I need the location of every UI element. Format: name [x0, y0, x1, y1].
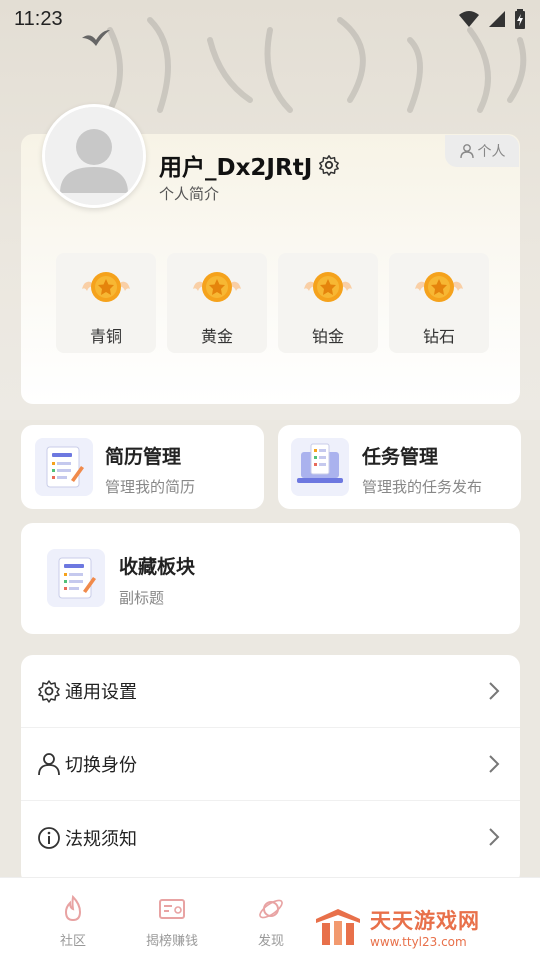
wifi-icon — [459, 11, 479, 27]
status-icons — [458, 9, 526, 29]
setting-label: 通用设置 — [65, 682, 137, 703]
level-label: 黄金 — [200, 327, 233, 346]
resume-icon — [35, 438, 93, 496]
level-label: 青铜 — [89, 327, 122, 346]
nav-discover[interactable]: 发现 — [256, 894, 286, 949]
resume-title: 简历管理 — [105, 446, 182, 468]
level-bronze[interactable]: 青铜 — [56, 253, 156, 353]
medal-icon — [415, 272, 463, 302]
task-card[interactable]: 任务管理 管理我的任务发布 — [278, 425, 521, 509]
watermark: 天天游戏网 www.ttyl23.com — [314, 905, 480, 949]
username-row: 用户_Dx2JRtJ — [159, 148, 340, 182]
task-subtitle: 管理我的任务发布 — [362, 478, 483, 496]
level-label: 钻石 — [422, 327, 455, 346]
default-avatar-icon — [45, 107, 143, 205]
watermark-title: 天天游戏网 — [370, 909, 480, 933]
chevron-right-icon — [489, 682, 500, 700]
task-icon — [291, 438, 349, 496]
setting-regulations[interactable]: 法规须知 — [21, 801, 520, 874]
medal-icon — [82, 272, 130, 302]
nav-label: 发现 — [257, 934, 284, 949]
battery-icon — [515, 9, 525, 29]
chevron-right-icon — [489, 755, 500, 773]
nav-earn[interactable]: 揭榜赚钱 — [146, 894, 198, 949]
chevron-right-icon — [489, 828, 500, 846]
watermark-url: www.ttyl23.com — [370, 935, 467, 949]
bio[interactable]: 个人简介 — [159, 183, 219, 204]
level-gold[interactable]: 黄金 — [167, 253, 267, 353]
setting-general[interactable]: 通用设置 — [21, 655, 520, 728]
username: 用户_Dx2JRtJ — [159, 155, 313, 181]
gear-icon — [38, 680, 60, 703]
favorites-title: 收藏板块 — [119, 556, 196, 578]
favorites-subtitle: 副标题 — [119, 589, 165, 607]
favorites-card[interactable]: 收藏板块 副标题 — [21, 523, 520, 634]
personal-tag[interactable]: 个人 — [445, 135, 519, 167]
card-icon — [159, 899, 185, 919]
setting-switch-identity[interactable]: 切换身份 — [21, 728, 520, 801]
task-title: 任务管理 — [362, 446, 439, 468]
person-outline-icon — [459, 144, 474, 159]
favorites-icon — [47, 549, 105, 607]
level-diamond[interactable]: 钻石 — [389, 253, 489, 353]
personal-tag-label: 个人 — [477, 144, 506, 160]
planet-icon — [259, 899, 283, 919]
resume-subtitle: 管理我的简历 — [105, 478, 196, 496]
setting-label: 切换身份 — [65, 755, 137, 776]
nav-label: 社区 — [59, 934, 86, 949]
bird-decoration — [82, 30, 110, 46]
settings-gear-icon[interactable] — [318, 154, 340, 176]
settings-list: 通用设置 切换身份 法规须知 — [21, 655, 520, 885]
watermark-logo — [316, 909, 360, 945]
status-time: 11:23 — [14, 7, 63, 30]
nav-label: 揭榜赚钱 — [146, 934, 199, 949]
nav-community[interactable]: 社区 — [58, 894, 88, 949]
resume-card[interactable]: 简历管理 管理我的简历 — [21, 425, 264, 509]
medal-icon — [193, 272, 241, 302]
medal-icon — [304, 272, 352, 302]
level-platinum[interactable]: 铂金 — [278, 253, 378, 353]
setting-label: 法规须知 — [65, 828, 137, 850]
user-icon — [38, 753, 60, 776]
avatar[interactable] — [42, 104, 146, 208]
level-label: 铂金 — [311, 327, 344, 346]
level-badges: 青铜 黄金 铂金 钻石 — [56, 253, 489, 353]
signal-icon — [489, 11, 505, 27]
flame-icon — [64, 894, 82, 922]
info-icon — [38, 826, 60, 849]
